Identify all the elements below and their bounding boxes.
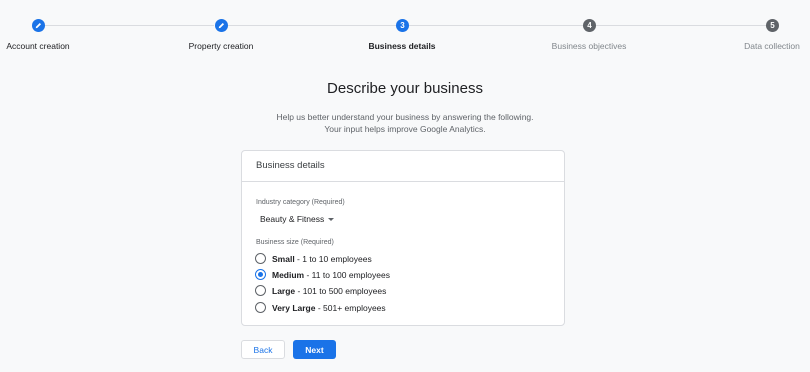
industry-category-dropdown[interactable]: Beauty & Fitness	[260, 214, 335, 224]
size-option-small[interactable]: Small - 1 to 10 employees	[255, 253, 372, 264]
business-details-card: Business details Industry category (Requ…	[241, 150, 565, 326]
card-header: Business details	[242, 151, 564, 182]
page-subtitle: Help us better understand your business …	[0, 111, 810, 135]
step-connector	[409, 25, 583, 26]
step-connector	[228, 25, 396, 26]
size-option-detail: - 501+ employees	[315, 302, 386, 313]
step-4-marker: 4	[583, 19, 596, 32]
size-option-detail: - 11 to 100 employees	[304, 269, 390, 280]
step-2-label: Property creation	[188, 41, 254, 51]
page-title: Describe your business	[327, 80, 483, 97]
size-option-name: Medium	[272, 269, 305, 280]
step-5-label: Data collection	[744, 41, 800, 51]
radio-large[interactable]	[255, 285, 266, 296]
size-option-very-large[interactable]: Very Large - 501+ employees	[255, 302, 386, 313]
subtitle-line-1: Help us better understand your business …	[276, 112, 534, 122]
next-button[interactable]: Next	[293, 340, 336, 359]
step-5-marker: 5	[766, 19, 779, 32]
step-connector	[596, 25, 766, 26]
industry-category-label: Industry category (Required)	[256, 199, 345, 206]
step-4-label: Business objectives	[551, 41, 627, 51]
size-option-name: Very Large	[272, 302, 316, 313]
business-size-label: Business size (Required)	[256, 239, 334, 246]
size-option-name: Large	[272, 285, 296, 296]
size-option-medium[interactable]: Medium - 11 to 100 employees	[255, 269, 390, 280]
step-1-label: Account creation	[6, 41, 70, 51]
back-button[interactable]: Back	[241, 340, 285, 359]
radio-small[interactable]	[255, 253, 266, 264]
size-option-name: Small	[272, 253, 295, 264]
step-connector	[45, 25, 214, 26]
radio-medium[interactable]	[255, 269, 266, 280]
step-1-edit-icon[interactable]	[32, 19, 45, 32]
progress-stepper: 3 4 5 Account creation Property creation…	[0, 0, 810, 60]
subtitle-line-2: Your input helps improve Google Analytic…	[324, 124, 486, 134]
industry-category-value: Beauty & Fitness	[260, 214, 325, 224]
size-option-detail: - 101 to 500 employees	[295, 285, 387, 296]
radio-very-large[interactable]	[255, 302, 266, 313]
step-3-marker: 3	[396, 19, 409, 32]
size-option-detail: - 1 to 10 employees	[294, 253, 372, 264]
step-3-label: Business details	[368, 41, 436, 51]
pencil-icon	[35, 22, 42, 29]
dropdown-arrow-icon	[328, 217, 335, 221]
size-option-large[interactable]: Large - 101 to 500 employees	[255, 285, 386, 296]
pencil-icon	[218, 22, 225, 29]
step-2-edit-icon[interactable]	[215, 19, 228, 32]
